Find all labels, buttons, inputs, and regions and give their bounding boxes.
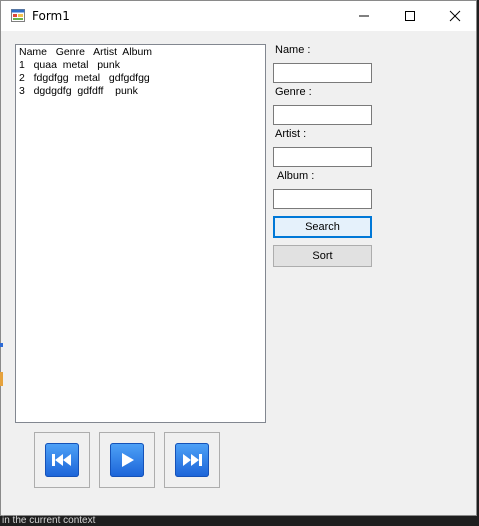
background-status-text: in the current context [2, 515, 96, 526]
app-icon [11, 9, 25, 22]
background-edge-marker [0, 343, 3, 347]
maximize-icon [405, 11, 415, 21]
name-label: Name : [275, 44, 311, 56]
artist-field[interactable] [273, 147, 372, 167]
list-item[interactable]: 2 fdgdfgg metal gdfgdfgg [19, 72, 150, 84]
list-header: Name Genre Artist Album [19, 46, 153, 58]
album-label: Album : [277, 170, 315, 182]
genre-label: Genre : [275, 86, 312, 98]
next-icon-frame [175, 443, 209, 477]
name-field[interactable] [273, 63, 372, 83]
close-button[interactable] [432, 1, 478, 31]
previous-button[interactable] [34, 432, 90, 488]
genre-field[interactable] [273, 105, 372, 125]
list-item[interactable]: 3 dgdgdfg gdfdff punk [19, 85, 138, 97]
previous-icon-frame [45, 443, 79, 477]
background-edge-marker [0, 372, 3, 386]
skip-previous-icon [52, 454, 71, 466]
form1-window: Form1 Name Genre Artist Album 1 quaa met… [0, 0, 477, 516]
minimize-button[interactable] [341, 1, 387, 31]
sort-button[interactable]: Sort [273, 245, 372, 267]
close-icon [449, 10, 461, 22]
play-icon [122, 453, 134, 467]
play-button[interactable] [99, 432, 155, 488]
maximize-button[interactable] [387, 1, 433, 31]
skip-next-icon [183, 454, 202, 466]
artist-label: Artist : [275, 128, 307, 140]
list-item[interactable]: 1 quaa metal punk [19, 59, 120, 71]
songs-listbox[interactable]: Name Genre Artist Album 1 quaa metal pun… [15, 44, 266, 423]
title-bar[interactable]: Form1 [1, 1, 476, 31]
play-icon-frame [110, 443, 144, 477]
minimize-icon [359, 15, 369, 17]
window-title: Form1 [32, 9, 70, 23]
next-button[interactable] [164, 432, 220, 488]
album-field[interactable] [273, 189, 372, 209]
search-button[interactable]: Search [273, 216, 372, 238]
